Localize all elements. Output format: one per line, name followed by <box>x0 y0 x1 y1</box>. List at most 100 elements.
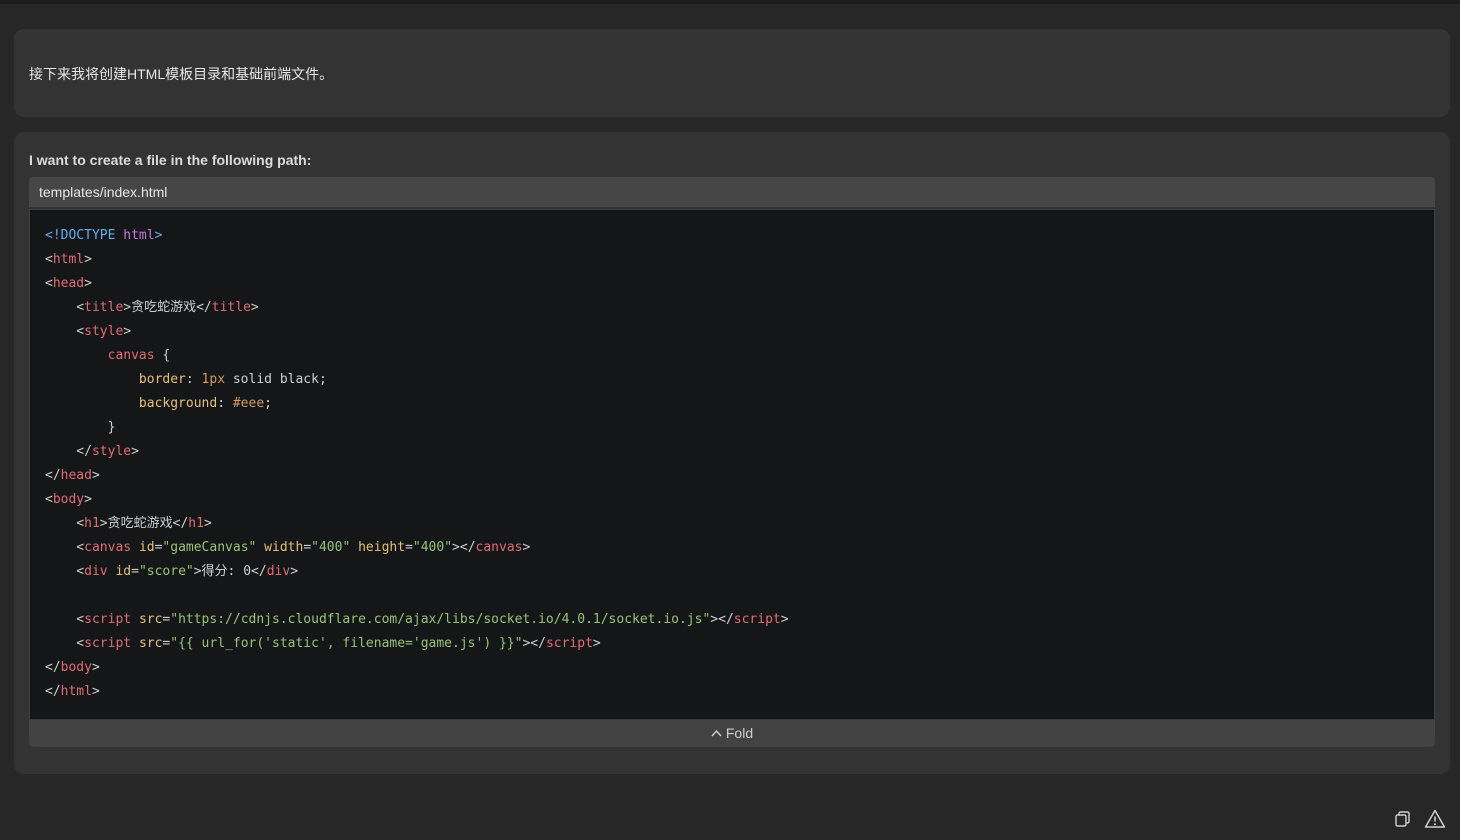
file-create-heading: I want to create a file in the following… <box>29 152 312 168</box>
code-line: <style> <box>45 320 131 344</box>
fold-button-content: Fold <box>711 725 753 741</box>
message-text: 接下来我将创建HTML模板目录和基础前端文件。 <box>29 66 334 82</box>
code-token: < <box>45 324 85 339</box>
fold-label: Fold <box>725 725 754 741</box>
code-token: div <box>84 564 108 579</box>
code-token: >贪吃蛇游戏</ <box>99 516 189 531</box>
code-token: html <box>123 228 155 243</box>
code-line: <!DOCTYPE html> <box>45 224 162 248</box>
copy-icon[interactable] <box>1392 808 1414 830</box>
code-token: > <box>91 684 100 699</box>
code-token: <!DOCTYPE <box>45 228 124 243</box>
code-token: > <box>84 252 92 267</box>
code-token: > <box>250 300 259 315</box>
assistant-message: 接下来我将创建HTML模板目录和基础前端文件。 <box>14 29 1450 117</box>
code-line: <h1>贪吃蛇游戏</h1> <box>45 512 212 536</box>
code-token: style <box>84 324 124 339</box>
code-token: > <box>131 444 139 459</box>
code-line: } <box>45 416 116 440</box>
file-create-card: I want to create a file in the following… <box>14 132 1450 774</box>
code-token: #eee <box>232 396 265 411</box>
code-token: "{{ url_for('static', filename='game.js'… <box>170 636 523 651</box>
warning-icon[interactable] <box>1424 808 1446 830</box>
code-token: < <box>45 636 85 651</box>
code-line: <html> <box>45 248 92 272</box>
code-token: > <box>84 492 92 507</box>
code-token: script <box>733 612 781 627</box>
file-path: templates/index.html <box>39 184 168 200</box>
code-token: ></ <box>522 636 546 651</box>
code-token: < <box>45 612 85 627</box>
code-token: height <box>358 540 406 555</box>
file-path-bar: templates/index.html <box>29 177 1435 207</box>
code-token: script <box>84 636 132 651</box>
code-token: = <box>131 564 139 579</box>
code-line: <div id="score">得分: 0</div> <box>45 560 298 584</box>
code-line: <canvas id="gameCanvas" width="400" heig… <box>45 536 530 560</box>
code-token: style <box>91 444 132 459</box>
code-token: > <box>780 612 789 627</box>
code-line: <script src="https://cdnjs.cloudflare.co… <box>45 608 789 632</box>
code-token: canvas <box>107 348 155 363</box>
code-token: src <box>138 636 163 651</box>
code-line: background: #eee; <box>45 392 272 416</box>
code-token: : <box>185 372 202 387</box>
code-token: body <box>52 492 85 507</box>
code-token: < <box>45 492 53 507</box>
code-token: script <box>545 636 593 651</box>
code-token: src <box>138 612 163 627</box>
code-line: </head> <box>45 464 100 488</box>
code-line: <title>贪吃蛇游戏</title> <box>45 296 259 320</box>
code-token: border <box>138 372 186 387</box>
code-token: </ <box>45 468 61 483</box>
code-line: <body> <box>45 488 92 512</box>
code-block[interactable]: <!DOCTYPE html> <html> <head> <title>贪吃蛇游戏… <box>29 209 1435 720</box>
code-token: "https://cdnjs.cloudflare.com/ajax/libs/… <box>170 612 711 627</box>
code-token: width <box>264 540 304 555</box>
code-token: { <box>154 348 171 363</box>
fold-button[interactable]: Fold <box>29 720 1435 747</box>
code-token: > <box>91 468 100 483</box>
code-token: > <box>84 276 92 291</box>
code-token: </ <box>45 444 92 459</box>
code-line: </html> <box>45 680 100 704</box>
code-token: </ <box>45 684 61 699</box>
code-token: > <box>123 324 132 339</box>
code-token: >得分: 0</ <box>193 564 267 579</box>
code-token: div <box>266 564 291 579</box>
code-token: solid black; <box>225 372 327 387</box>
code-token: ; <box>264 396 272 411</box>
code-token: : <box>217 396 233 411</box>
code-token: script <box>84 612 132 627</box>
code-token: >贪吃蛇游戏</ <box>123 300 212 315</box>
top-bar <box>0 0 1460 4</box>
code-token: < <box>45 252 53 267</box>
code-token: background <box>138 396 218 411</box>
code-token: id <box>138 540 155 555</box>
code-token: > <box>91 660 100 675</box>
code-token: head <box>52 276 85 291</box>
code-token: h1 <box>84 516 100 531</box>
code-token: < <box>45 300 85 315</box>
code-token: > <box>203 516 212 531</box>
code-token: title <box>84 300 124 315</box>
code-token: id <box>115 564 132 579</box>
code-token: html <box>60 684 92 699</box>
code-token: "gameCanvas" <box>162 540 257 555</box>
code-token: html <box>52 252 85 267</box>
code-token: } <box>45 420 116 435</box>
code-token: > <box>154 228 163 243</box>
chevron-up-icon <box>711 729 722 737</box>
code-line: </body> <box>45 656 100 680</box>
code-token: canvas <box>475 540 523 555</box>
code-line: canvas { <box>45 344 171 368</box>
code-token: "400" <box>311 540 351 555</box>
code-token: canvas <box>84 540 132 555</box>
code-line: border: 1px solid black; <box>45 368 327 392</box>
